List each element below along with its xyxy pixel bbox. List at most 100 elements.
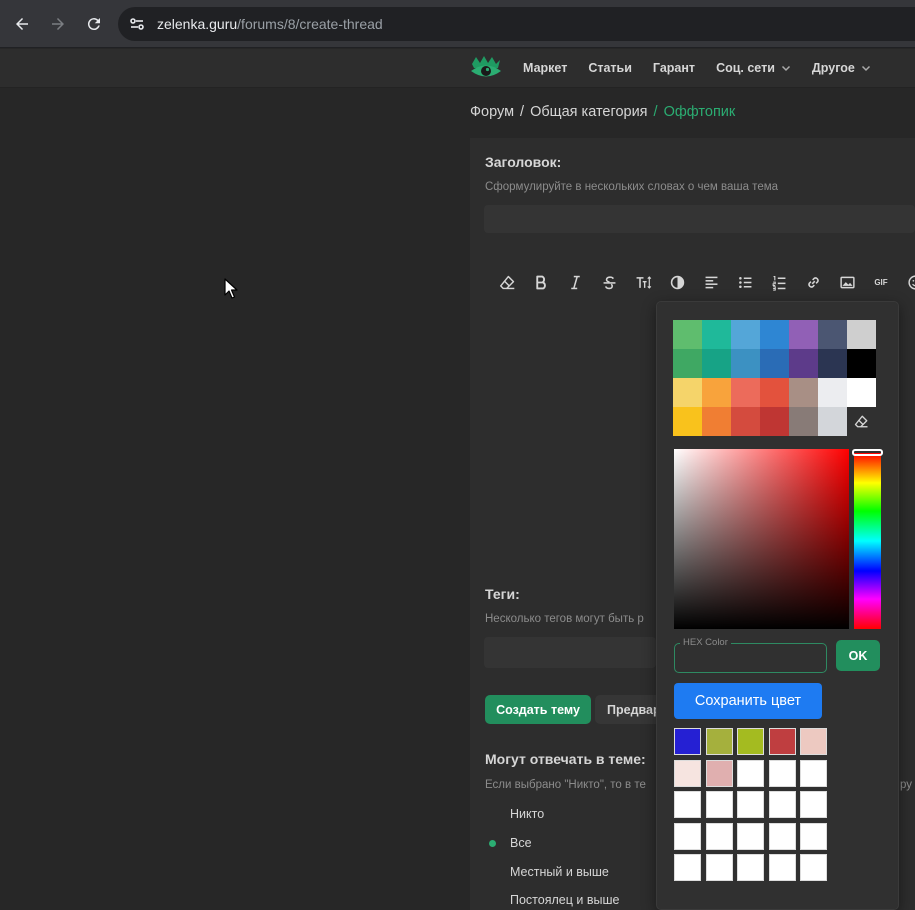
saved-color-swatch[interactable] — [768, 791, 796, 818]
forward-arrow-icon[interactable] — [46, 12, 70, 36]
reply-option[interactable]: Никто — [485, 804, 544, 824]
font-size-icon[interactable] — [626, 268, 660, 296]
saved-color-swatch[interactable] — [800, 728, 828, 755]
palette-swatch[interactable] — [731, 320, 760, 349]
breadcrumb-category[interactable]: Общая категория — [530, 104, 647, 120]
saved-color-swatch[interactable] — [737, 854, 765, 881]
palette-swatch[interactable] — [702, 349, 731, 378]
nav-item-1[interactable]: Статьи — [588, 61, 632, 75]
palette-swatch[interactable] — [702, 378, 731, 407]
link-icon[interactable] — [796, 268, 830, 296]
back-arrow-icon[interactable] — [10, 12, 34, 36]
tags-input[interactable] — [484, 637, 656, 668]
palette-swatch[interactable] — [789, 407, 818, 436]
create-thread-button[interactable]: Создать тему — [485, 695, 591, 724]
save-color-button[interactable]: Сохранить цвет — [674, 683, 822, 719]
radio-icon[interactable] — [485, 807, 499, 821]
palette-swatch[interactable] — [673, 320, 702, 349]
saved-color-swatch[interactable] — [674, 854, 701, 881]
saved-color-swatch[interactable] — [705, 854, 733, 881]
nav-item-3[interactable]: Соц. сети — [716, 61, 791, 75]
chevron-down-icon — [861, 65, 870, 72]
palette-swatch[interactable] — [818, 349, 847, 378]
saved-color-swatch[interactable] — [800, 759, 828, 787]
palette-swatch[interactable] — [673, 407, 702, 436]
palette-swatch[interactable] — [818, 320, 847, 349]
palette-swatch[interactable] — [731, 349, 760, 378]
palette-swatch[interactable] — [760, 349, 789, 378]
numbered-list-icon[interactable] — [762, 268, 796, 296]
bullet-list-icon[interactable] — [728, 268, 762, 296]
bold-icon[interactable] — [524, 268, 558, 296]
site-info-icon[interactable] — [128, 15, 146, 33]
saved-color-swatch[interactable] — [737, 728, 765, 755]
saved-color-swatch[interactable] — [737, 791, 765, 818]
color-palette — [673, 320, 876, 436]
palette-swatch[interactable] — [673, 378, 702, 407]
nav-item-2[interactable]: Гарант — [653, 61, 695, 75]
hex-ok-button[interactable]: OK — [836, 640, 880, 671]
palette-swatch[interactable] — [673, 349, 702, 378]
eraser-icon[interactable] — [490, 268, 524, 296]
saved-color-swatch[interactable] — [674, 791, 701, 818]
palette-swatch[interactable] — [760, 407, 789, 436]
saturation-value-area[interactable] — [674, 449, 849, 629]
site-logo-icon[interactable] — [470, 54, 502, 82]
saved-color-swatch[interactable] — [674, 728, 701, 755]
saved-color-swatch[interactable] — [768, 759, 796, 787]
align-icon[interactable] — [694, 268, 728, 296]
palette-swatch[interactable] — [789, 378, 818, 407]
gif-icon[interactable]: GIF — [864, 268, 898, 296]
palette-swatch[interactable] — [789, 349, 818, 378]
saved-color-swatch[interactable] — [705, 728, 733, 755]
nav-item-4[interactable]: Другое — [812, 61, 871, 75]
radio-icon[interactable] — [485, 893, 499, 907]
saved-color-swatch[interactable] — [705, 822, 733, 850]
nav-item-label: Статьи — [588, 61, 632, 75]
editor-toolbar: GIF — [490, 268, 915, 296]
hue-slider-handle[interactable] — [852, 449, 883, 456]
saved-color-swatch[interactable] — [737, 759, 765, 787]
saved-color-swatch[interactable] — [705, 791, 733, 818]
image-icon[interactable] — [830, 268, 864, 296]
palette-swatch[interactable] — [818, 407, 847, 436]
emoji-icon[interactable] — [898, 268, 915, 296]
palette-swatch[interactable] — [847, 349, 876, 378]
nav-item-0[interactable]: Маркет — [523, 61, 567, 75]
palette-swatch[interactable] — [760, 320, 789, 349]
hue-slider[interactable] — [854, 453, 881, 629]
clear-color-eraser-icon[interactable] — [847, 407, 876, 436]
reply-option[interactable]: Постоялец и выше — [485, 890, 619, 910]
reply-option[interactable]: Все — [485, 833, 532, 853]
radio-icon[interactable] — [485, 865, 499, 879]
saved-color-swatch[interactable] — [768, 822, 796, 850]
saved-color-swatch[interactable] — [674, 759, 701, 787]
radio-selected-icon[interactable] — [485, 836, 499, 850]
italic-icon[interactable] — [558, 268, 592, 296]
palette-swatch[interactable] — [702, 320, 731, 349]
reload-icon[interactable] — [82, 12, 106, 36]
breadcrumb-forum[interactable]: Форум — [470, 104, 514, 120]
palette-swatch[interactable] — [760, 378, 789, 407]
breadcrumb-current[interactable]: Оффтопик — [664, 104, 736, 120]
saved-color-swatch[interactable] — [800, 854, 828, 881]
saved-color-swatch[interactable] — [768, 854, 796, 881]
palette-swatch[interactable] — [818, 378, 847, 407]
palette-swatch[interactable] — [702, 407, 731, 436]
palette-swatch[interactable] — [847, 320, 876, 349]
palette-swatch[interactable] — [731, 378, 760, 407]
palette-swatch[interactable] — [731, 407, 760, 436]
palette-swatch[interactable] — [789, 320, 818, 349]
saved-color-swatch[interactable] — [768, 728, 796, 755]
address-bar[interactable]: zelenka.guru/forums/8/create-thread — [118, 7, 915, 41]
saved-color-swatch[interactable] — [674, 822, 701, 850]
saved-color-swatch[interactable] — [800, 822, 828, 850]
reply-option[interactable]: Местный и выше — [485, 862, 609, 882]
saved-color-swatch[interactable] — [705, 759, 733, 787]
saved-color-swatch[interactable] — [800, 791, 828, 818]
saved-color-swatch[interactable] — [737, 822, 765, 850]
title-input[interactable] — [484, 205, 915, 233]
palette-swatch[interactable] — [847, 378, 876, 407]
strikethrough-icon[interactable] — [592, 268, 626, 296]
text-color-icon[interactable] — [660, 268, 694, 296]
